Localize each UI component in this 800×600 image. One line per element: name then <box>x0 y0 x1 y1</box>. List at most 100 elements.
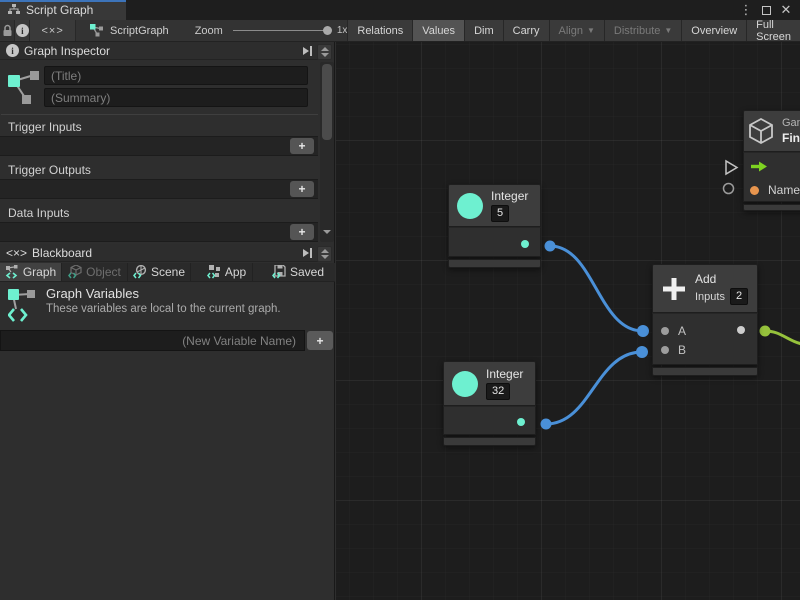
scroll-up-icon[interactable] <box>321 47 329 51</box>
graph-breadcrumb[interactable]: ScriptGraph <box>90 20 169 41</box>
inputs-count-field[interactable]: 2 <box>730 288 748 305</box>
node-footer <box>652 367 758 376</box>
value-port-outline-icon[interactable] <box>724 184 734 194</box>
trigger-outputs-list <box>0 179 318 199</box>
node-title: Integer <box>491 189 528 203</box>
output-port[interactable] <box>517 418 525 426</box>
wire-knob[interactable] <box>545 241 556 252</box>
graph-title-input[interactable]: (Title) <box>44 66 308 85</box>
tab-title: Script Graph <box>26 3 93 17</box>
values-button[interactable]: Values <box>412 20 464 41</box>
integer-type-icon <box>457 193 483 219</box>
script-graph-asset-icon <box>90 24 104 37</box>
add-trigger-input-button[interactable]: + <box>290 138 314 154</box>
tab-app[interactable]: App <box>201 263 253 281</box>
node-title: Find <box>782 131 800 145</box>
node-header[interactable]: Add Inputs 2 <box>652 264 758 313</box>
add-data-input-button[interactable]: + <box>290 224 314 240</box>
blackboard-scroll-buttons[interactable] <box>317 246 332 262</box>
inspector-scrollbar-thumb[interactable] <box>322 64 332 140</box>
fullscreen-button[interactable]: Full Screen <box>746 20 800 41</box>
integer-value-field[interactable]: 32 <box>486 383 510 400</box>
wire-add-output[interactable] <box>765 331 800 345</box>
dim-button[interactable]: Dim <box>464 20 503 41</box>
inspector-scroll-buttons[interactable] <box>317 44 332 60</box>
wire-int32-to-add-b[interactable] <box>546 352 642 424</box>
wire-knob[interactable] <box>760 326 771 337</box>
object-tab-icon <box>68 265 82 279</box>
node-footer <box>443 437 536 446</box>
info-icon: i <box>16 24 29 37</box>
graph-info-button[interactable]: i <box>15 20 30 41</box>
section-divider <box>1 114 318 115</box>
align-button[interactable]: Align▼ <box>549 20 604 41</box>
node-add[interactable]: Add Inputs 2 A B <box>652 264 758 376</box>
input-port-name[interactable] <box>750 186 759 195</box>
node-header[interactable]: GameObject Find <box>743 110 800 152</box>
control-port-outline-icon[interactable] <box>726 161 737 174</box>
carry-button[interactable]: Carry <box>503 20 549 41</box>
window-close-icon[interactable]: ✕ <box>776 1 796 19</box>
scroll-down-icon[interactable] <box>321 53 329 57</box>
dock-icon[interactable] <box>303 46 312 56</box>
graph-canvas[interactable]: Integer 5 Integer 32 <box>336 42 800 600</box>
script-graph-tab-icon <box>8 4 20 16</box>
integer-type-icon <box>452 371 478 397</box>
node-body[interactable] <box>448 227 541 257</box>
input-port-b[interactable] <box>661 346 669 354</box>
plus-icon <box>661 276 687 302</box>
integer-value-field[interactable]: 5 <box>491 205 509 222</box>
output-port[interactable] <box>737 326 745 334</box>
zoom-control: Zoom 1x <box>195 20 348 41</box>
graph-summary-input[interactable]: (Summary) <box>44 88 308 107</box>
toolbar-buttons: Relations Values Dim Carry Align▼ Distri… <box>347 20 800 41</box>
wire-knob[interactable] <box>637 325 649 337</box>
node-body[interactable]: Name <box>743 152 800 202</box>
tab-script-graph[interactable]: Script Graph <box>0 0 126 20</box>
control-flow-arrow-icon[interactable] <box>750 161 768 172</box>
new-variable-input[interactable]: (New Variable Name) <box>0 330 305 351</box>
wire-knob[interactable] <box>636 346 648 358</box>
node-gameobject-find[interactable]: GameObject Find Name <box>743 110 800 211</box>
overview-button[interactable]: Overview <box>681 20 746 41</box>
code-view-button[interactable]: <×> <box>30 20 76 41</box>
trigger-inputs-list <box>0 136 318 156</box>
add-trigger-output-button[interactable]: + <box>290 181 314 197</box>
dock-icon[interactable] <box>303 248 312 258</box>
input-port-a[interactable] <box>661 327 669 335</box>
zoom-slider-handle[interactable] <box>323 26 332 35</box>
scroll-down-icon[interactable] <box>321 255 329 259</box>
app-tab-icon <box>207 265 221 279</box>
tab-object[interactable]: Object <box>62 263 128 281</box>
node-integer-32[interactable]: Integer 32 <box>443 361 536 446</box>
lock-button[interactable] <box>0 20 15 41</box>
control-port-row <box>744 153 800 179</box>
gameobject-cube-icon <box>748 117 774 145</box>
add-variable-button[interactable]: + <box>307 331 333 350</box>
window-maximize-icon[interactable] <box>756 1 776 19</box>
node-header[interactable]: Integer 5 <box>448 184 541 227</box>
tab-saved[interactable]: Saved <box>263 263 333 281</box>
wire-int5-to-add-a[interactable] <box>550 246 643 331</box>
node-body[interactable] <box>443 406 536 435</box>
tab-graph[interactable]: Graph <box>0 263 62 281</box>
inputs-label: Inputs <box>695 291 725 303</box>
tab-scene[interactable]: Scene <box>128 263 191 281</box>
node-body[interactable]: A B <box>652 313 758 365</box>
graph-variables-title: Graph Variables <box>46 286 139 301</box>
scroll-down-icon[interactable] <box>323 230 331 234</box>
window-more-icon[interactable]: ⋮ <box>736 1 756 19</box>
relations-button[interactable]: Relations <box>347 20 412 41</box>
node-header[interactable]: Integer 32 <box>443 361 536 406</box>
chevron-down-icon: ▼ <box>664 27 672 35</box>
zoom-slider[interactable] <box>233 30 329 31</box>
scroll-up-icon[interactable] <box>321 249 329 253</box>
distribute-button[interactable]: Distribute▼ <box>604 20 681 41</box>
graph-icon <box>8 67 40 107</box>
value-port-row: Name <box>744 179 800 201</box>
output-port[interactable] <box>521 240 529 248</box>
wire-knob[interactable] <box>541 419 552 430</box>
graph-name: ScriptGraph <box>110 25 169 37</box>
node-integer-5[interactable]: Integer 5 <box>448 184 541 268</box>
graph-toolbar: i <×> ScriptGraph Zoom 1x Relations Valu… <box>0 20 800 42</box>
